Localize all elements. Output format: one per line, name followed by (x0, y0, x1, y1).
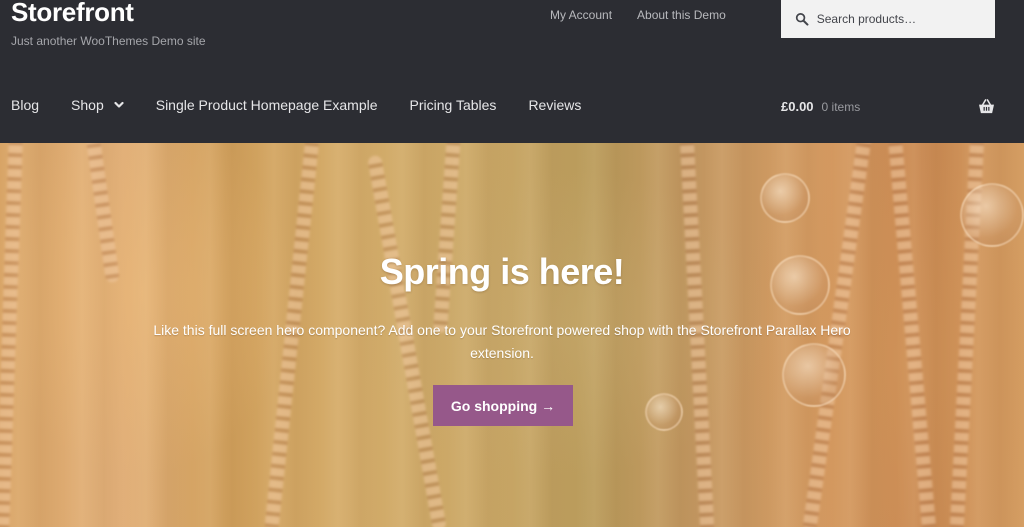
nav-item-label: Reviews (528, 97, 582, 113)
cart-link[interactable]: £0.00 0 items (781, 99, 995, 114)
my-account-link[interactable]: My Account (550, 8, 612, 22)
hero-title: Spring is here! (379, 251, 625, 292)
nav-item-blog[interactable]: Blog (11, 97, 39, 113)
nav-item-label: Single Product Homepage Example (155, 97, 378, 113)
hero-description: Like this full screen hero component? Ad… (153, 322, 851, 361)
cart-count: 0 items (821, 99, 861, 114)
nav-item-shop[interactable]: Shop (71, 97, 124, 113)
basket-icon[interactable] (978, 99, 995, 114)
hero-bead-decoration (960, 183, 1024, 247)
nav-item-label: Pricing Tables (409, 97, 497, 113)
nav-item-label: Blog (11, 97, 40, 113)
secondary-nav: My Account About this Demo (550, 8, 726, 22)
nav-item-pricing-tables[interactable]: Pricing Tables (410, 97, 497, 113)
hero-bead-decoration (645, 393, 683, 431)
hero-bead-decoration (760, 173, 810, 223)
go-shopping-button[interactable]: Go shopping → (433, 385, 573, 426)
nav-item-single-product[interactable]: Single Product Homepage Example (156, 97, 378, 113)
search-input[interactable] (814, 11, 995, 27)
nav-item-reviews[interactable]: Reviews (528, 97, 581, 113)
about-demo-link[interactable]: About this Demo (637, 8, 726, 22)
site-header: Storefront Just another WooThemes Demo s… (0, 0, 1024, 143)
search-icon (795, 12, 809, 26)
site-tagline: Just another WooThemes Demo site (11, 34, 206, 48)
hero-section: Spring is here! Like this full screen he… (0, 143, 1024, 527)
search-box (781, 0, 995, 38)
site-title[interactable]: Storefront (11, 0, 134, 28)
page: Storefront Just another WooThemes Demo s… (0, 0, 1024, 527)
chevron-down-icon[interactable] (114, 100, 124, 110)
primary-nav: Blog Shop Single Product Homepage Exampl… (11, 97, 613, 113)
nav-item-label: Shop (71, 97, 104, 113)
cart-amount: £0.00 (781, 99, 814, 114)
